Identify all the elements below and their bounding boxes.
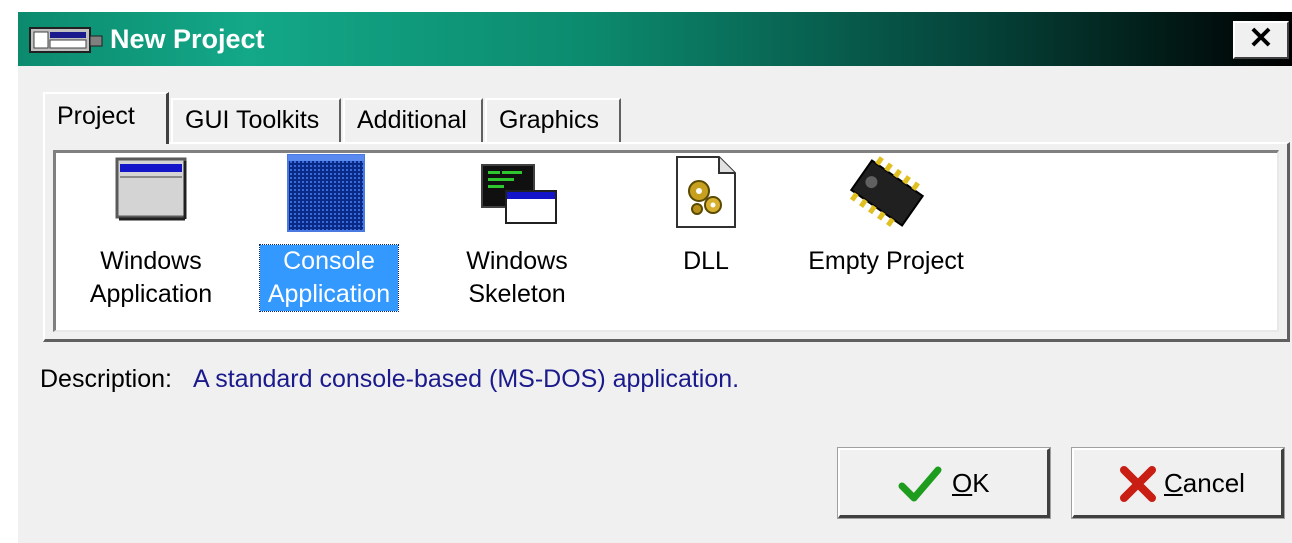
template-label: Console Application bbox=[259, 244, 399, 312]
tab-panel: Windows Application Console Application bbox=[43, 142, 1290, 342]
title-bar[interactable]: New Project ✕ bbox=[18, 12, 1292, 66]
template-label: Windows Application bbox=[89, 247, 213, 308]
chip-icon bbox=[849, 156, 925, 227]
template-windows-application[interactable]: Windows Application bbox=[76, 153, 226, 329]
cancel-button[interactable]: Cancel bbox=[1071, 447, 1285, 519]
window-app-icon bbox=[115, 157, 187, 221]
close-button[interactable]: ✕ bbox=[1233, 21, 1289, 59]
cancel-label: Cancel bbox=[1164, 468, 1245, 498]
template-dll[interactable]: DLL bbox=[656, 153, 756, 329]
template-list[interactable]: Windows Application Console Application bbox=[53, 150, 1279, 332]
dev-cpp-app-icon bbox=[29, 27, 103, 53]
checkmark-icon bbox=[898, 466, 942, 502]
template-label: Empty Project bbox=[808, 247, 964, 275]
ok-button[interactable]: OK bbox=[837, 447, 1051, 519]
template-label: DLL bbox=[683, 247, 729, 275]
tab-project[interactable]: Project bbox=[43, 92, 169, 144]
template-empty-project[interactable]: Empty Project bbox=[796, 153, 976, 329]
x-icon bbox=[1120, 466, 1156, 502]
dll-gear-icon bbox=[676, 156, 736, 228]
template-label: Windows Skeleton bbox=[466, 247, 568, 308]
console-app-icon bbox=[287, 154, 365, 232]
template-windows-skeleton[interactable]: Windows Skeleton bbox=[442, 153, 592, 329]
description-label: Description: bbox=[40, 365, 172, 393]
new-project-dialog: New Project ✕ Project GUI Toolkits Addit… bbox=[18, 12, 1292, 543]
tab-graphics[interactable]: Graphics bbox=[485, 98, 621, 142]
ok-label: OK bbox=[952, 468, 990, 498]
description-text: A standard console-based (MS-DOS) applic… bbox=[193, 365, 740, 393]
tab-additional[interactable]: Additional bbox=[343, 98, 483, 142]
tab-gui-toolkits[interactable]: GUI Toolkits bbox=[171, 98, 341, 142]
template-console-application[interactable]: Console Application bbox=[259, 153, 399, 329]
window-title: New Project bbox=[110, 24, 265, 54]
windows-skeleton-icon bbox=[481, 164, 557, 224]
